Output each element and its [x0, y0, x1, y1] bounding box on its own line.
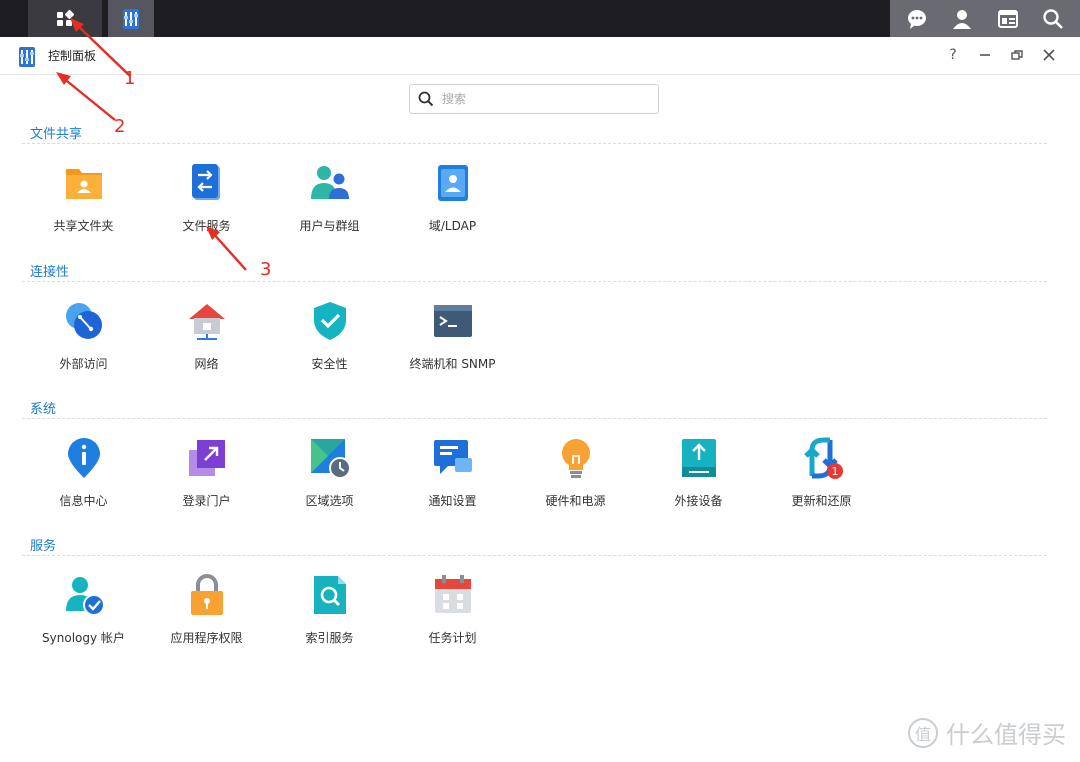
annotation-label: 3: [260, 259, 272, 280]
watermark-text: 什么值得买: [946, 721, 1066, 749]
annotation-arrow-icon: [206, 226, 247, 271]
annotation-label: 2: [114, 116, 126, 137]
annotation-arrow-icon: [56, 72, 116, 121]
watermark-logo: 值: [908, 717, 938, 748]
annotation-arrow-icon: [70, 18, 131, 77]
annotation-label: 1: [124, 68, 136, 89]
watermark: 值 什么值得买: [908, 715, 1066, 750]
annotation-overlay: [56, 18, 247, 271]
